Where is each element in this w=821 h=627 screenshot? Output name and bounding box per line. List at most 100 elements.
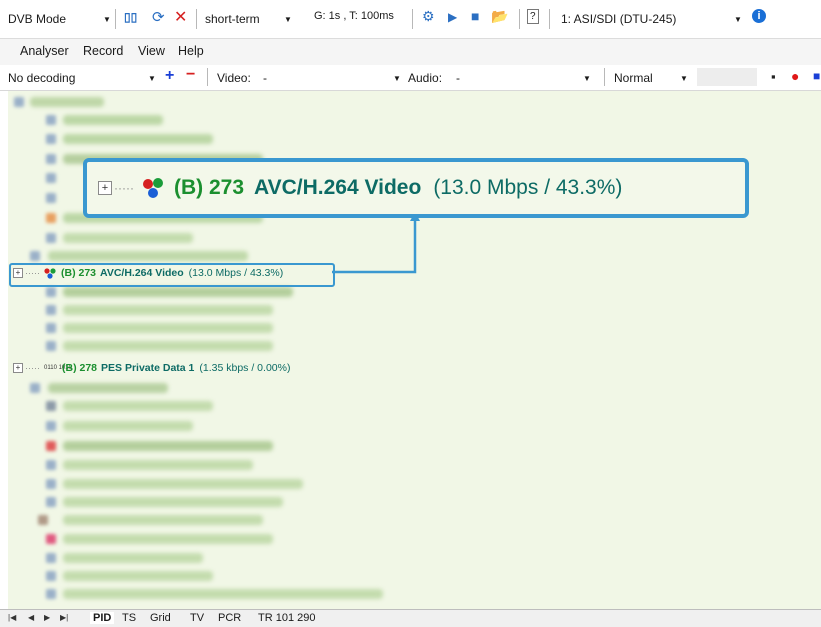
minus-icon[interactable]: − — [186, 66, 195, 84]
audio-select[interactable]: - — [456, 71, 460, 85]
blurred-row — [63, 115, 163, 125]
blurred-row-icon — [46, 154, 56, 164]
blurred-row — [63, 441, 273, 451]
tab-pcr[interactable]: PCR — [218, 612, 241, 624]
blurred-row — [63, 534, 273, 544]
blurred-row-icon — [46, 193, 56, 203]
highlight-box — [9, 263, 335, 287]
separator — [412, 9, 413, 29]
close-icon[interactable]: ✕ — [174, 7, 187, 27]
timing-readout[interactable]: G: 1s , T: 100ms — [314, 10, 394, 22]
blurred-row-icon — [46, 233, 56, 243]
info-icon[interactable]: i — [752, 9, 766, 23]
chevron-down-icon[interactable]: ▼ — [680, 74, 688, 83]
callout-name: AVC/H.264 Video — [254, 176, 422, 199]
play-icon[interactable]: ▶ — [448, 10, 457, 24]
blurred-row — [63, 287, 293, 297]
chevron-down-icon[interactable]: ▼ — [284, 15, 292, 24]
blurred-row-icon — [46, 571, 56, 581]
chevron-down-icon[interactable]: ▼ — [583, 74, 591, 83]
save-icon[interactable]: ▪ — [771, 69, 776, 84]
menu-bar: Analyser Record View Help — [0, 38, 821, 66]
blurred-row — [63, 589, 383, 599]
blurred-row-icon — [46, 553, 56, 563]
tree-node-pes[interactable]: + ····· 0110 1010 (B) 278 PES Private Da… — [13, 360, 290, 376]
menu-record[interactable]: Record — [83, 44, 123, 58]
decode-toolbar: No decoding ▼ + − Video: - ▼ Audio: - ▼ … — [0, 65, 821, 91]
history-select[interactable]: short-term — [205, 12, 260, 26]
plus-icon[interactable]: + — [165, 67, 174, 85]
blurred-row — [63, 134, 213, 144]
blurred-row — [30, 97, 104, 107]
blurred-row-icon — [46, 173, 56, 183]
blurred-row — [48, 251, 248, 261]
chevron-down-icon[interactable]: ▼ — [103, 15, 111, 24]
video-select[interactable]: - — [263, 71, 267, 85]
first-tab-icon[interactable]: |◀ — [8, 613, 16, 622]
prev-tab-icon[interactable]: ◀ — [28, 613, 34, 622]
mode-select[interactable]: DVB Mode — [8, 12, 66, 26]
blurred-row-icon — [46, 213, 56, 223]
callout-pid: (B) 273 — [173, 176, 245, 199]
tab-grid[interactable]: Grid — [150, 612, 171, 624]
blurred-row-icon — [46, 589, 56, 599]
next-tab-icon[interactable]: ▶ — [44, 613, 50, 622]
last-tab-icon[interactable]: ▶| — [60, 613, 68, 622]
blurred-row — [48, 383, 168, 393]
blurred-row-icon — [46, 323, 56, 333]
blurred-row — [63, 323, 273, 333]
blurred-row-icon — [46, 497, 56, 507]
tab-tv[interactable]: TV — [190, 612, 204, 624]
blurred-row — [63, 341, 273, 351]
decoding-select[interactable]: No decoding — [8, 71, 75, 85]
help-icon[interactable]: ? — [527, 9, 539, 24]
blurred-row — [63, 401, 213, 411]
chevron-down-icon[interactable]: ▼ — [148, 74, 156, 83]
blurred-row-icon — [46, 287, 56, 297]
record-settings-icon[interactable]: ⚙ — [422, 8, 435, 25]
device-select[interactable]: 1: ASI/SDI (DTU-245) — [561, 12, 676, 26]
main-toolbar: DVB Mode ▼ ▯▯ ⟳ ✕ short-term ▼ G: 1s , T… — [0, 0, 821, 38]
blurred-row — [63, 479, 303, 489]
blurred-row-icon — [46, 305, 56, 315]
blurred-row-icon — [30, 383, 40, 393]
stop-icon[interactable]: ■ — [813, 69, 820, 83]
chevron-down-icon[interactable]: ▼ — [393, 74, 401, 83]
columns-icon[interactable]: ▯▯ — [124, 10, 137, 24]
record-icon[interactable]: ● — [791, 68, 799, 84]
menu-help[interactable]: Help — [178, 44, 204, 58]
separator — [604, 68, 605, 86]
blurred-row-icon — [46, 421, 56, 431]
blurred-row-icon — [46, 441, 56, 451]
data-stream-icon: 0110 1010 — [44, 365, 72, 371]
menu-analyser[interactable]: Analyser — [20, 44, 69, 58]
expand-icon[interactable]: + — [13, 363, 23, 373]
pid-number: (B) 278 — [62, 362, 98, 374]
blurred-row-icon — [46, 479, 56, 489]
blurred-row-icon — [46, 401, 56, 411]
display-select[interactable]: Normal — [614, 71, 653, 85]
blurred-row — [63, 571, 213, 581]
tab-pid[interactable]: PID — [90, 612, 115, 624]
separator — [115, 9, 116, 29]
blurred-row-icon — [14, 97, 24, 107]
blurred-row-icon — [30, 251, 40, 261]
blurred-row — [63, 497, 283, 507]
tab-tr101290[interactable]: TR 101 290 — [258, 612, 315, 624]
separator — [196, 9, 197, 29]
tab-ts[interactable]: TS — [122, 612, 136, 624]
chevron-down-icon[interactable]: ▼ — [734, 15, 742, 24]
blurred-row-icon — [46, 460, 56, 470]
blurred-row — [63, 233, 193, 243]
refresh-icon[interactable]: ⟳ — [152, 8, 165, 26]
blurred-row-icon — [46, 115, 56, 125]
blurred-row — [63, 305, 273, 315]
menu-view[interactable]: View — [138, 44, 165, 58]
separator — [519, 9, 520, 29]
blurred-row-icon — [46, 134, 56, 144]
video-stream-icon — [142, 178, 163, 198]
stop-icon[interactable]: ■ — [471, 8, 479, 24]
blurred-row — [63, 421, 193, 431]
open-folder-icon[interactable]: 📂 — [491, 8, 508, 25]
pid-name: PES Private Data 1 — [101, 362, 195, 374]
